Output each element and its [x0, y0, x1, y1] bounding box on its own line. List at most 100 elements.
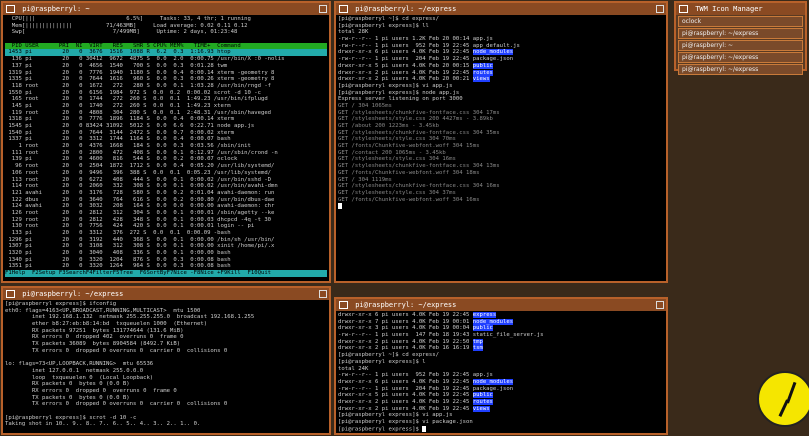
terminal-line: GET /contact 200 1065ms - 3.45kb	[338, 150, 664, 157]
line-text: Taking shot in 10.. 9.. 8.. 7.. 6.. 5.. …	[5, 421, 201, 428]
line-text: TX packets 36089 bytes 8904584 (8492.7 K…	[5, 341, 181, 348]
terminal-line: 1337 pi 20 0 3312 1744 1164 S 0.0 0.4 0:…	[5, 136, 327, 143]
line-text: 1296 pi 20 0 3192 440 368 S 0.0 0.1 0:00…	[5, 236, 275, 243]
titlebar[interactable]: pi@raspberryl: ~/express	[3, 288, 329, 300]
terminal-line: 165 root 20 0 1744 272 260 S 0.0 0.1 1:4…	[5, 96, 327, 103]
oclock-clock[interactable]	[757, 371, 809, 427]
line-text: 130 root 20 0 7756 424 420 S 0.0 0.1 0:0…	[5, 223, 255, 230]
terminal-line: 1540 pi 20 0 7644 3144 2472 S 0.0 0.7 0:…	[5, 130, 327, 137]
line-text: 126 root 20 0 2812 312 304 S 0.0 0.1 0:0…	[5, 209, 275, 216]
terminal-content[interactable]: [pi@raspberryl ~]$ cd express/[pi@raspbe…	[336, 15, 666, 211]
terminal-line: -rw-r--r-- 1 pi users 952 Feb 19 22:45 a…	[338, 43, 664, 50]
line-text: -rw-r--r-- 1 pi users 952 Feb 19 22:45 a…	[338, 372, 493, 379]
terminal-line: [pi@raspberryl express]$ scrot -d 10 -c	[5, 415, 327, 422]
line-text: drwxr-xr-x 2 pi users 4.0K Feb 19 22:45	[338, 398, 473, 405]
terminal-content[interactable]: [pi@raspberryl express]$ ifconfig eth0: f…	[3, 300, 329, 429]
line-text: 119 root 20 0 4808 304 280 S 0.0 0.1 2:4…	[5, 109, 272, 116]
terminal-line: drwxr-xr-x 2 pi users 4.0K Feb 16 16:19 …	[338, 345, 664, 352]
terminal-line: GET /stylesheets/chunkfive-fontface.css …	[338, 183, 664, 190]
terminal-line: drwxr-xr-x 2 pi users 4.0K Feb 19 22:45 …	[338, 69, 664, 77]
ifconfig-window[interactable]: pi@raspberryl: ~/express [pi@raspberryl …	[1, 286, 331, 435]
line-text: 129 root 20 0 2812 428 348 S 0.0 0.1 0:0…	[5, 216, 272, 223]
terminal-line: Express server listening on port 3000	[338, 96, 664, 103]
terminal-line: drwxr-xr-x 2 pi users 4.0K Feb 19 22:45 …	[338, 405, 664, 413]
terminal-line: GET /stylesheets/style.css 304 37ms	[338, 190, 664, 197]
line-text: drwxr-xr-x 2 pi users 4.0K Feb 16 16:19	[338, 345, 473, 352]
terminal-line: drwxr-xr-x 2 pi users 4.0K Feb 20 00:21 …	[338, 76, 664, 83]
icon-manager-item[interactable]: pi@raspberryl: ~/express	[678, 28, 803, 39]
terminal-line: GET /stylesheets/style.css 200 4427ms - …	[338, 116, 664, 123]
icon-manager-item[interactable]: pi@raspberryl: ~/express	[678, 52, 803, 63]
terminal-line: GET / 304 1065ms	[338, 103, 664, 110]
line-text: drwxr-xr-x 2 pi users 4.0K Feb 19 22:45	[338, 69, 473, 76]
directory-name: node_modules	[472, 49, 514, 56]
window-icon[interactable]	[339, 301, 348, 309]
line-text: 106 root 20 0 9496 396 388 S 0.0 0.1 0:0…	[5, 169, 272, 176]
line-text: GET /stylesheets/style.css 200 4427ms - …	[338, 116, 493, 123]
titlebar[interactable]: TWM Icon Manager	[676, 3, 805, 15]
line-text: GET /stylesheets/style.css 304 37ms	[338, 189, 456, 196]
twm-icon-manager[interactable]: TWM Icon Manager oclock pi@raspberryl: ~…	[674, 1, 807, 75]
terminal-line: 133 pi 20 0 3312 376 272 S 0.0 0.1 0:00.…	[5, 230, 327, 237]
terminal-line: 129 root 20 0 2812 428 348 S 0.0 0.1 0:0…	[5, 217, 327, 224]
line-text: GET /stylesheets/chunkfive-fontface.css …	[338, 163, 500, 170]
resize-icon[interactable]	[656, 5, 664, 13]
window-icon[interactable]	[6, 5, 15, 13]
icon-manager-item[interactable]: pi@raspberryl: ~	[678, 40, 803, 51]
terminal-content[interactable]: CPU[||| 6.5%] Tasks: 33, 4 thr; 1 runnin…	[3, 15, 329, 278]
htop-window[interactable]: pi@raspberryl: ~ CPU[||| 6.5%] Tasks: 33…	[1, 1, 331, 283]
terminal-line	[5, 36, 327, 43]
terminal-line: GET /stylesheets/chunkfive-fontface.css …	[338, 110, 664, 117]
line-text: [pi@raspberryl express]$ vi package.json	[338, 419, 473, 425]
terminal-line: [pi@raspberryl express]$ ifconfig	[5, 301, 327, 308]
window-title: pi@raspberryl: ~/express	[355, 301, 457, 309]
directory-name: public	[472, 325, 493, 332]
directory-name: routes	[472, 69, 493, 76]
line-text: 137 pi 20 0 4656 1540 700 S 0.0 0.3 0:01…	[5, 62, 228, 69]
express-shell-window[interactable]: pi@raspberryl: ~/express drwxr-xr-x 6 pi…	[334, 297, 668, 435]
terminal-line: GET /stylesheets/style.css 304 16ms	[338, 156, 664, 163]
line-text: 1545 pi 20 0 83424 31092 5012 S 0.0 6.6 …	[5, 123, 255, 129]
terminal-line: lo: flags=73<UP,LOOPBACK,RUNNING> mtu 65…	[5, 361, 327, 368]
line-text	[5, 36, 8, 42]
text-cursor	[338, 203, 342, 210]
titlebar[interactable]: pi@raspberryl: ~/express	[336, 3, 666, 15]
terminal-line: 113 root 20 0 6272 408 444 S 0.0 0.1 0:0…	[5, 177, 327, 184]
line-text: drwxr-xr-x 7 pi users 4.0K Feb 19 00:01	[338, 318, 473, 325]
line-text: drwxr-xr-x 6 pi users 4.0K Feb 19 22:45	[338, 312, 473, 318]
resize-icon[interactable]	[656, 301, 664, 309]
window-icon[interactable]	[679, 5, 688, 13]
line-text: -rw-r--r-- 1 pi users 204 Feb 19 22:45 p…	[338, 56, 514, 63]
line-text: ether b8:27:eb:b8:14:bd txqueuelen 1000 …	[5, 321, 208, 328]
line-text: CPU[||| 6.5%] Tasks: 33, 4 thr; 1 runnin…	[5, 16, 251, 22]
directory-name: views	[472, 76, 490, 83]
directory-name: public	[472, 62, 493, 69]
text-cursor	[422, 425, 427, 432]
terminal-content[interactable]: drwxr-xr-x 6 pi users 4.0K Feb 19 22:45 …	[336, 311, 666, 433]
window-icon[interactable]	[6, 290, 15, 298]
line-text: GET /stylesheets/chunkfive-fontface.css …	[338, 129, 500, 136]
terminal-line: RX packets 0 bytes 0 (0.0 B)	[5, 381, 327, 388]
terminal-line: drwxr-xr-x 2 pi users 4.0K Feb 19 22:50 …	[338, 338, 664, 346]
htop-function-key-bar[interactable]: F1Help F2Setup F3SearchF4FilterF5Tree F6…	[5, 270, 327, 277]
titlebar[interactable]: pi@raspberryl: ~/express	[336, 299, 666, 311]
line-text: Mem[|||||||||||||| 71/463MB] Load averag…	[5, 22, 248, 29]
resize-icon[interactable]	[319, 290, 327, 298]
icon-manager-item[interactable]: oclock	[678, 16, 803, 27]
terminal-line: GET / 304 1119ms	[338, 177, 664, 184]
window-title: pi@raspberryl: ~	[22, 5, 90, 13]
line-text	[5, 408, 8, 414]
terminal-line: inet 192.168.1.132 netmask 255.255.255.0…	[5, 314, 327, 321]
line-text: 1351 pi 20 0 3320 1264 964 S 0.0 0.3 0:0…	[5, 263, 231, 270]
window-icon[interactable]	[339, 5, 348, 13]
line-text: [pi@raspberryl express]$ l	[338, 358, 426, 365]
express-server-window[interactable]: pi@raspberryl: ~/express [pi@raspberryl …	[334, 1, 668, 283]
terminal-line: 96 root 20 0 2504 1872 1712 S 0.0 0.4 0:…	[5, 163, 327, 170]
resize-icon[interactable]	[319, 5, 327, 13]
line-text: GET /stylesheets/chunkfive-fontface.css …	[338, 109, 500, 116]
titlebar[interactable]: pi@raspberryl: ~	[3, 3, 329, 15]
terminal-line: -rw-r--r-- 1 pi users 952 Feb 19 22:45 a…	[338, 372, 664, 379]
line-text: RX packets 0 bytes 0 (0.0 B)	[5, 381, 130, 388]
line-text: RX packets 97251 bytes 131774644 (131.6 …	[5, 327, 184, 334]
icon-manager-item[interactable]: pi@raspberryl: ~/express	[678, 64, 803, 75]
